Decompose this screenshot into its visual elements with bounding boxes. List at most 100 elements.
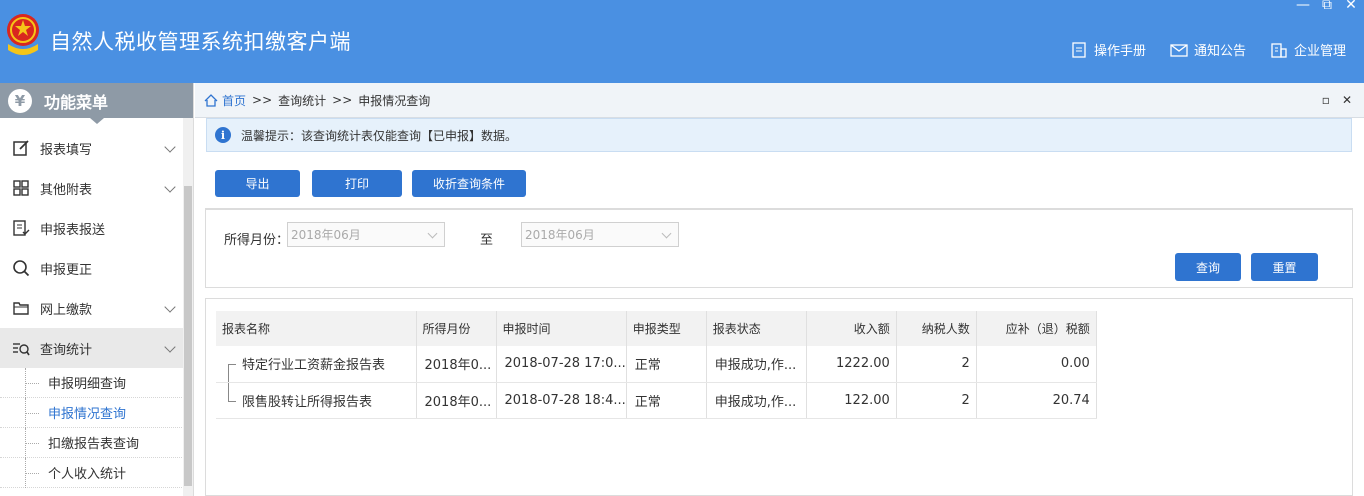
enterprise-link-label: 企业管理 — [1293, 44, 1346, 59]
month-from-value: 2018年06月 — [291, 228, 361, 242]
mail-icon — [1170, 43, 1188, 57]
cell-taxpayer-count: 2 — [896, 382, 977, 419]
sidebar-item-report-fill[interactable]: 报表填写 — [0, 128, 184, 168]
col-income[interactable]: 收入额 — [806, 311, 897, 346]
results-panel: 报表名称 所得月份 申报时间 申报类型 报表状态 收入额 纳税人数 应补（退）税… — [205, 298, 1353, 496]
breadcrumb-level2: 申报情况查询 — [358, 93, 431, 108]
tax-emblem-icon — [7, 14, 39, 55]
print-button[interactable]: 打印 — [312, 170, 402, 197]
sub-item-label: 个人收入统计 — [48, 467, 127, 482]
enterprise-link[interactable]: 企业管理 — [1270, 40, 1346, 59]
chevron-down-icon — [164, 301, 176, 313]
breadcrumb-separator: >> — [252, 93, 273, 107]
list-search-icon — [13, 343, 30, 356]
breadcrumb-home[interactable]: 首页 — [222, 92, 246, 109]
sidebar-item-correction[interactable]: 申报更正 — [0, 248, 184, 288]
manual-link-label: 操作手册 — [1093, 44, 1146, 59]
chevron-down-icon — [164, 341, 176, 353]
chevron-down-icon — [427, 228, 438, 239]
sub-item-label: 申报明细查询 — [48, 377, 127, 392]
to-label: 至 — [480, 233, 494, 248]
sidebar: ¥ 功能菜单 报表填写 其他附表 申报表报送 申报更正 网上缴款 查询统计 申报… — [0, 83, 194, 496]
panel-maximize-icon[interactable]: ▫ — [1322, 93, 1330, 107]
col-declare-time[interactable]: 申报时间 — [496, 311, 627, 346]
breadcrumb: 首页 >> 查询统计 >> 申报情况查询 ▫ ✕ — [195, 83, 1364, 118]
cell-month: 2018年0... — [416, 382, 497, 419]
chevron-down-icon — [164, 141, 176, 153]
sub-item-income-stats[interactable]: 个人收入统计 — [0, 458, 184, 488]
breadcrumb-level1[interactable]: 查询统计 — [278, 92, 326, 109]
cell-taxpayer-count: 2 — [896, 346, 977, 383]
cell-tax-due: 20.74 — [976, 382, 1097, 419]
cell-report-name-text: 特定行业工资薪金报告表 — [242, 358, 386, 374]
collapse-query-button[interactable]: 收折查询条件 — [412, 170, 526, 197]
title-bar: 自然人税收管理系统扣缴客户端 — ⧉ ✕ 操作手册 通知公告 企业管理 — [0, 0, 1364, 83]
submit-doc-icon — [13, 220, 30, 236]
export-button[interactable]: 导出 — [215, 170, 300, 197]
folder-icon — [13, 302, 29, 315]
cell-report-status: 申报成功,作... — [706, 346, 807, 383]
chevron-down-icon — [164, 181, 176, 193]
month-label: 所得月份： — [224, 233, 290, 248]
col-report-name[interactable]: 报表名称 — [216, 311, 417, 346]
cell-declare-type: 正常 — [626, 382, 707, 419]
notice-link-label: 通知公告 — [1193, 44, 1246, 59]
manual-link[interactable]: 操作手册 — [1070, 40, 1146, 59]
cell-declare-time: 2018-07-28 17:0... — [496, 346, 627, 383]
cell-report-name: 限售股转让所得报告表 — [216, 382, 417, 419]
sidebar-item-label: 其他附表 — [40, 182, 93, 198]
month-to-value: 2018年06月 — [525, 228, 595, 242]
panel-close-icon[interactable]: ✕ — [1342, 93, 1352, 107]
grid-icon — [13, 180, 29, 196]
results-table: 报表名称 所得月份 申报时间 申报类型 报表状态 收入额 纳税人数 应补（退）税… — [216, 311, 1097, 419]
sub-item-detail-query[interactable]: 申报明细查询 — [0, 368, 184, 398]
col-declare-type[interactable]: 申报类型 — [626, 311, 707, 346]
sidebar-item-label: 网上缴款 — [40, 302, 93, 318]
notice-text: 温馨提示：该查询统计表仅能查询【已申报】数据。 — [241, 128, 518, 143]
sub-item-label: 申报情况查询 — [48, 407, 127, 422]
search-button[interactable]: 查询 — [1175, 253, 1241, 281]
cell-month: 2018年0... — [416, 346, 497, 383]
search-icon — [13, 260, 30, 277]
col-tax-due[interactable]: 应补（退）税额 — [976, 311, 1097, 346]
breadcrumb-separator: >> — [332, 93, 353, 107]
sidebar-item-online-payment[interactable]: 网上缴款 — [0, 288, 184, 328]
sidebar-header-label: 功能菜单 — [44, 92, 109, 112]
sub-item-withholding-query[interactable]: 扣缴报告表查询 — [0, 428, 184, 458]
cell-report-name: 特定行业工资薪金报告表 — [216, 346, 417, 383]
month-from-select[interactable]: 2018年06月 — [287, 222, 445, 247]
sidebar-scrollbar[interactable] — [183, 118, 193, 496]
building-icon — [1271, 42, 1287, 58]
chevron-down-icon — [661, 228, 672, 239]
col-month[interactable]: 所得月份 — [416, 311, 497, 346]
cell-tax-due: 0.00 — [976, 346, 1097, 383]
cell-declare-time: 2018-07-28 18:4... — [496, 382, 627, 419]
col-report-status[interactable]: 报表状态 — [706, 311, 807, 346]
reset-button[interactable]: 重置 — [1251, 253, 1318, 281]
table-header-row: 报表名称 所得月份 申报时间 申报类型 报表状态 收入额 纳税人数 应补（退）税… — [216, 311, 1097, 346]
minimize-button[interactable]: — — [1296, 0, 1310, 13]
home-icon[interactable] — [204, 93, 218, 107]
sidebar-item-query-stats[interactable]: 查询统计 — [0, 328, 184, 368]
info-icon: i — [215, 127, 231, 143]
sidebar-item-label: 报表填写 — [40, 142, 93, 158]
sidebar-item-label: 申报更正 — [40, 262, 93, 278]
notice-link[interactable]: 通知公告 — [1170, 40, 1246, 59]
month-to-select[interactable]: 2018年06月 — [521, 222, 679, 247]
sidebar-item-submit[interactable]: 申报表报送 — [0, 208, 184, 248]
close-button[interactable]: ✕ — [1344, 0, 1358, 13]
cell-income: 122.00 — [806, 382, 897, 419]
cell-declare-type: 正常 — [626, 346, 707, 383]
sidebar-scroll-thumb[interactable] — [184, 186, 192, 486]
yen-icon: ¥ — [8, 88, 32, 113]
edit-icon — [13, 140, 29, 156]
sidebar-header: ¥ 功能菜单 — [0, 83, 193, 124]
maximize-button[interactable]: ⧉ — [1320, 0, 1334, 13]
sub-item-status-query[interactable]: 申报情况查询 — [0, 398, 184, 428]
table-row[interactable]: 特定行业工资薪金报告表 2018年0... 2018-07-28 17:0...… — [216, 346, 1097, 383]
notice-banner: i 温馨提示：该查询统计表仅能查询【已申报】数据。 — [206, 118, 1352, 152]
col-taxpayer-count[interactable]: 纳税人数 — [896, 311, 977, 346]
table-row[interactable]: 限售股转让所得报告表 2018年0... 2018-07-28 18:4... … — [216, 382, 1097, 419]
sidebar-item-other-schedules[interactable]: 其他附表 — [0, 168, 184, 208]
manual-icon — [1072, 41, 1086, 58]
